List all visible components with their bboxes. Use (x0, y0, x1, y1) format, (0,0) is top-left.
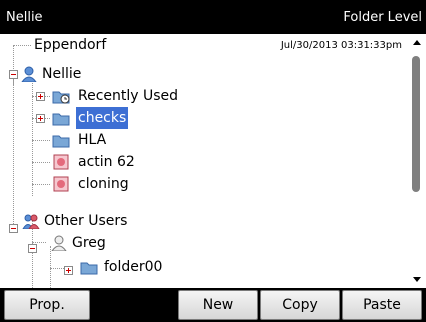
tree-item-label: Nellie (42, 66, 82, 82)
folder-level-label: Folder Level (343, 10, 422, 25)
tree-item-other-users[interactable]: Other Users (20, 210, 160, 232)
copy-button[interactable]: Copy (260, 290, 340, 320)
tree-item-hla[interactable]: HLA (50, 129, 160, 151)
timestamp: Jul/30/2013 03:31:33pm (280, 40, 402, 51)
tree-item-label: folder00 (104, 259, 163, 275)
collapse-icon[interactable] (9, 70, 18, 79)
scroll-down-icon[interactable] (413, 277, 421, 282)
expand-icon[interactable] (36, 114, 45, 123)
tree-item-checks[interactable]: checks (50, 107, 160, 129)
paste-button[interactable]: Paste (342, 290, 422, 320)
folder-icon (80, 262, 98, 275)
tree-item-cloning[interactable]: cloning (50, 173, 170, 195)
tree-item-greg[interactable]: Greg (50, 232, 160, 254)
tree-item-label: Eppendorf (34, 37, 107, 53)
tree-item-label: checks (76, 107, 129, 129)
tree-item-label: HLA (78, 132, 107, 148)
prop-button[interactable]: Prop. (4, 290, 90, 320)
users-group-icon (22, 214, 40, 229)
tree-item-label: Greg (72, 235, 106, 251)
tree-item-label: Recently Used (78, 88, 179, 104)
button-bar: Prop. New Copy Paste (0, 288, 426, 322)
expand-icon[interactable] (36, 92, 45, 101)
folder-icon (52, 113, 70, 126)
expand-icon[interactable] (64, 266, 73, 275)
scroll-thumb[interactable] (412, 56, 420, 192)
title-bar: Nellie Folder Level (0, 0, 426, 34)
user-icon (51, 235, 67, 251)
tree-item-recently-used[interactable]: Recently Used (50, 85, 200, 107)
tree-item-label: Other Users (44, 213, 128, 229)
document-icon (53, 154, 69, 170)
recent-folder-icon (52, 91, 70, 104)
user-icon (21, 66, 37, 82)
folder-tree: Jul/30/2013 03:31:33pm Eppendorf Nellie (0, 34, 408, 288)
document-icon (53, 176, 69, 192)
tree-item-label: actin 62 (78, 154, 135, 170)
tree-item-actin-62[interactable]: actin 62 (50, 151, 170, 173)
tree-item-folder00[interactable]: folder00 (78, 256, 188, 278)
user-name: Nellie (6, 10, 43, 25)
collapse-icon[interactable] (9, 224, 18, 233)
vertical-scrollbar[interactable] (408, 34, 426, 288)
tree-item-nellie[interactable]: Nellie (20, 63, 140, 85)
folder-icon (52, 135, 70, 148)
new-button[interactable]: New (178, 290, 258, 320)
tree-panel: Jul/30/2013 03:31:33pm Eppendorf Nellie (0, 34, 426, 288)
scroll-up-icon[interactable] (413, 40, 421, 45)
collapse-icon[interactable] (28, 244, 37, 253)
tree-item-label: cloning (78, 176, 129, 192)
